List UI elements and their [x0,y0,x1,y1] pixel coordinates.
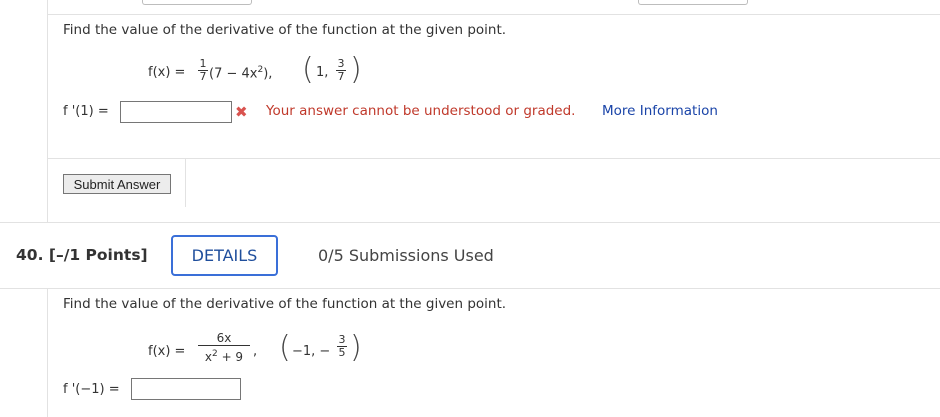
q39-frac-num: 1 [199,57,207,70]
q40-frac-den: x2 + 9 [205,346,243,365]
q39-fraction-1-7: 1 7 [198,58,208,83]
q40-function-lhs: f(x) = [148,344,186,359]
q40-point-x: −1, − [292,344,331,359]
q40-prompt: Find the value of the derivative of the … [63,296,507,312]
q39-point-close-paren: ) [350,52,362,87]
more-information-link[interactable]: More Information [602,103,718,119]
q40-point-close-paren: ) [350,330,362,365]
q40-top-divider [0,222,940,223]
q40-den-rest: + 9 [217,350,244,364]
q40-point-open-paren: ( [279,330,291,365]
q40-submissions-used: 0/5 Submissions Used [318,246,494,265]
q39-func-part-a: (7 − 4x [209,66,258,82]
q40-answer-input[interactable] [131,378,241,400]
q39-point-x: 1, [316,65,329,80]
q39-point-fraction: 3 7 [336,58,346,83]
top-tab-left [142,0,252,5]
q39-prompt: Find the value of the derivative of the … [63,22,507,38]
q40-header-divider [0,288,940,289]
q39-frac-den: 7 [199,70,207,83]
q40-function-comma: , [253,344,258,359]
q40-point-den: 5 [338,346,346,359]
submit-answer-button[interactable]: Submit Answer [63,174,171,194]
top-tab-right [638,0,748,5]
q40-function-fraction: 6x x2 + 9 [198,331,250,365]
q39-answer-label: f '(1) = [63,104,109,119]
q40-frac-num: 6x [216,331,232,345]
q40-point-fraction: 3 5 [337,334,347,359]
q39-point-num: 3 [337,57,345,70]
q40-point-num: 3 [338,333,346,346]
q40-number: 40. [16,246,44,264]
details-button[interactable]: DETAILS [171,235,278,276]
q40-left-rule [47,288,48,417]
q39-answer-input[interactable] [120,101,232,123]
top-divider [47,14,940,15]
q39-submit-divider [185,158,940,159]
q40-answer-label: f '(−1) = [63,382,120,397]
q40-points: [–/1 Points] [48,246,148,264]
x-mark-icon: ✖ [235,103,248,121]
q39-func-part-b: ), [263,66,273,82]
q39-point-open-paren: ( [302,52,314,87]
q40-header-label: 40. [–/1 Points] [16,246,148,264]
q39-function-rest: (7 − 4x2), [209,65,272,81]
q39-error-message: Your answer cannot be understood or grad… [266,103,576,119]
q40-den-x: x [204,350,213,364]
q39-point-den: 7 [337,70,345,83]
q39-function-lhs: f(x) = [148,65,186,80]
